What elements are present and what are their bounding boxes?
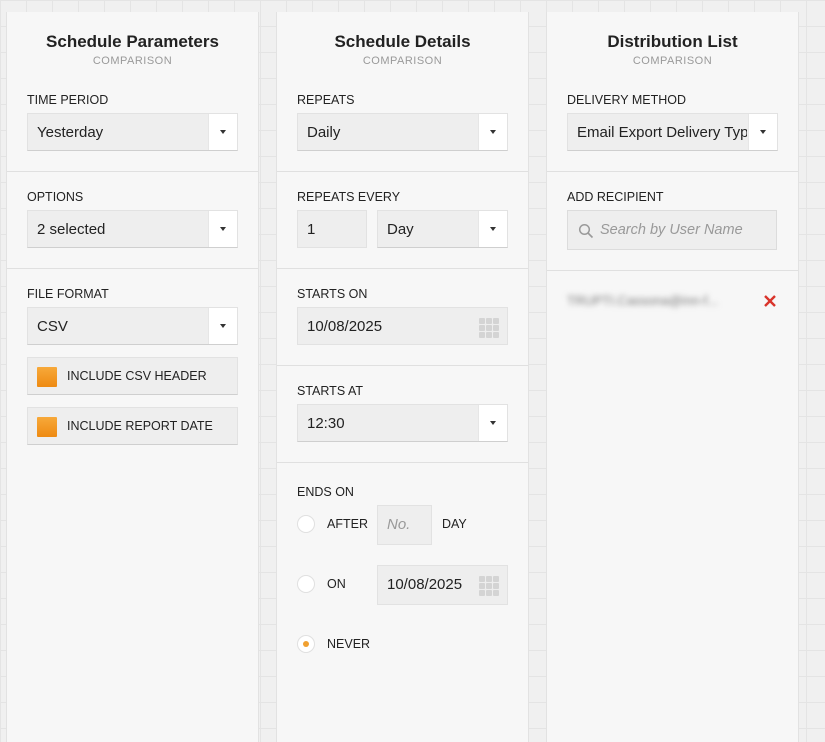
options-select[interactable]: 2 selected	[27, 210, 238, 248]
repeats-label: REPEATS	[297, 93, 355, 107]
panel-subtitle: COMPARISON	[92, 55, 173, 67]
panel-header: Schedule Details COMPARISON	[277, 12, 528, 75]
repeats-every-count-value: 1	[307, 221, 316, 238]
options-value: 2 selected	[37, 221, 106, 238]
calendar-icon[interactable]	[479, 576, 499, 596]
repeats-every-count-input[interactable]: 1	[297, 210, 367, 248]
starts-on-value: 10/08/2025	[307, 318, 383, 335]
add-recipient-label: ADD RECIPIENT	[567, 190, 664, 204]
chevron-down-icon[interactable]	[208, 308, 237, 344]
time-period-select[interactable]: Yesterday	[27, 113, 238, 151]
panel-title: Schedule Parameters	[46, 32, 219, 51]
repeats-value: Daily	[307, 124, 341, 141]
ends-on-date-option: ON 10/08/2025	[297, 565, 508, 605]
checkbox-checked-icon[interactable]	[37, 417, 57, 437]
ends-after-label: AFTER	[327, 517, 368, 531]
recipient-row: TRUPTI.Cassona@inn-f...	[547, 271, 798, 323]
starts-at-label: STARTS AT	[297, 384, 363, 398]
repeats-every-unit-select[interactable]: Day	[377, 210, 508, 248]
search-icon	[578, 223, 594, 239]
chevron-down-icon[interactable]	[208, 114, 237, 150]
recipient-search-input[interactable]: Search by User Name	[567, 210, 777, 250]
distribution-list-panel: Distribution List COMPARISON DELIVERY ME…	[546, 12, 799, 742]
schedule-parameters-panel: Schedule Parameters COMPARISON TIME PERI…	[6, 12, 259, 742]
recipient-email: TRUPTI.Cassona@inn-f...	[567, 293, 719, 308]
ends-after-unit: DAY	[442, 517, 467, 531]
ends-on-radio[interactable]	[297, 575, 315, 593]
options-label: OPTIONS	[27, 190, 84, 204]
panel-subtitle: COMPARISON	[362, 55, 443, 67]
time-period-label: TIME PERIOD	[27, 93, 109, 107]
ends-never-option: NEVER	[297, 625, 508, 665]
delivery-method-value: Email Export Delivery Type	[577, 124, 747, 141]
search-placeholder: Search by User Name	[600, 222, 743, 238]
chevron-down-icon[interactable]	[478, 211, 507, 247]
time-period-value: Yesterday	[37, 124, 104, 141]
starts-at-value: 12:30	[307, 415, 345, 432]
starts-on-date-input[interactable]: 10/08/2025	[297, 307, 508, 345]
include-report-date-checkbox[interactable]: INCLUDE REPORT DATE	[27, 407, 238, 445]
ends-never-radio[interactable]	[297, 635, 315, 653]
calendar-icon[interactable]	[479, 318, 499, 338]
file-format-label: FILE FORMAT	[27, 287, 109, 301]
schedule-details-panel: Schedule Details COMPARISON REPEATS Dail…	[276, 12, 529, 742]
ends-on-date-label: ON	[327, 577, 346, 591]
include-csv-header-checkbox[interactable]: INCLUDE CSV HEADER	[27, 357, 238, 395]
chevron-down-icon[interactable]	[208, 211, 237, 247]
chevron-down-icon[interactable]	[748, 114, 777, 150]
file-format-value: CSV	[37, 318, 68, 335]
ends-after-option: AFTER No. DAY	[297, 505, 508, 545]
ends-after-placeholder: No.	[387, 516, 411, 533]
ends-on-date-value: 10/08/2025	[387, 576, 463, 593]
panel-subtitle: COMPARISON	[632, 55, 713, 67]
repeats-every-label: REPEATS EVERY	[297, 190, 401, 204]
repeats-every-unit-value: Day	[387, 221, 414, 238]
remove-recipient-icon[interactable]	[762, 293, 778, 309]
panel-header: Distribution List COMPARISON	[547, 12, 798, 75]
starts-at-select[interactable]: 12:30	[297, 404, 508, 442]
ends-after-count-input[interactable]: No.	[377, 505, 432, 545]
chevron-down-icon[interactable]	[478, 114, 507, 150]
panel-title: Schedule Details	[334, 32, 471, 51]
repeats-select[interactable]: Daily	[297, 113, 508, 151]
panel-title: Distribution List	[607, 32, 738, 51]
ends-on-date-input[interactable]: 10/08/2025	[377, 565, 508, 605]
checkbox-label: INCLUDE REPORT DATE	[67, 419, 213, 433]
delivery-method-label: DELIVERY METHOD	[567, 93, 687, 107]
delivery-method-select[interactable]: Email Export Delivery Type	[567, 113, 778, 151]
ends-after-radio[interactable]	[297, 515, 315, 533]
file-format-select[interactable]: CSV	[27, 307, 238, 345]
panel-header: Schedule Parameters COMPARISON	[7, 12, 258, 75]
ends-never-label: NEVER	[327, 637, 371, 651]
chevron-down-icon[interactable]	[478, 405, 507, 441]
checkbox-label: INCLUDE CSV HEADER	[67, 369, 207, 383]
checkbox-checked-icon[interactable]	[37, 367, 57, 387]
ends-on-label: ENDS ON	[297, 485, 354, 499]
starts-on-label: STARTS ON	[297, 287, 368, 301]
